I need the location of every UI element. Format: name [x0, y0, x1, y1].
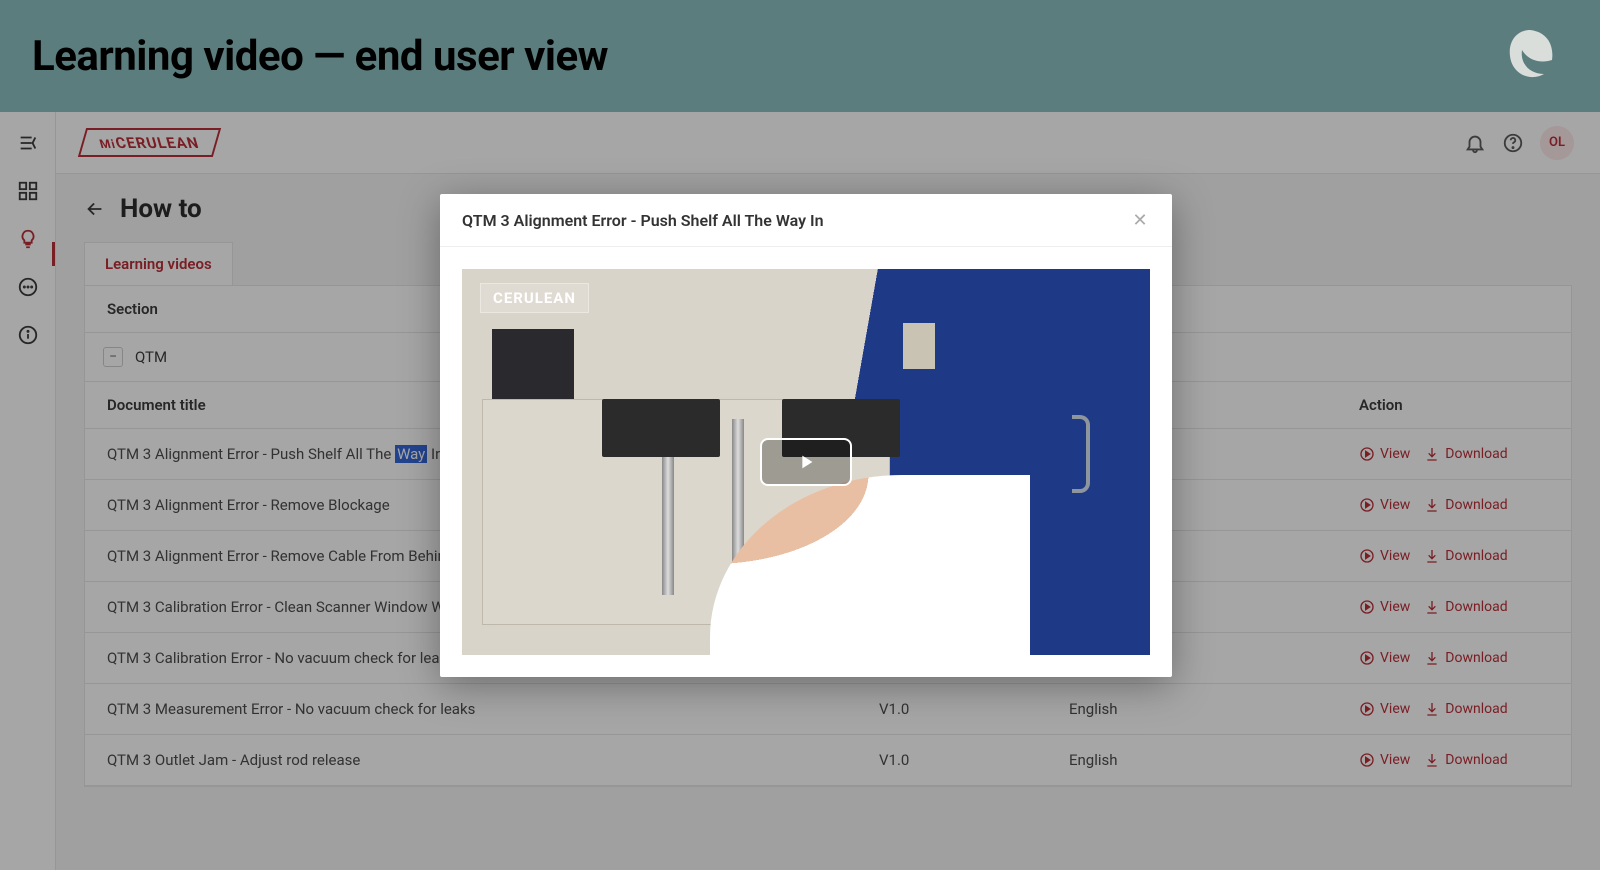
chat-icon[interactable] [17, 276, 39, 298]
download-icon [1424, 548, 1440, 564]
doc-version: V1.0 [879, 751, 1069, 769]
view-button[interactable]: View [1359, 599, 1410, 615]
section-name: QTM [135, 348, 167, 366]
slide-logo-icon [1500, 24, 1560, 84]
download-button[interactable]: Download [1424, 446, 1507, 462]
info-icon[interactable] [17, 324, 39, 346]
video-modal: QTM 3 Alignment Error - Push Shelf All T… [440, 194, 1172, 677]
play-circle-icon [1359, 497, 1375, 513]
play-circle-icon [1359, 650, 1375, 666]
column-action: Action [1359, 396, 1549, 414]
slide-title: Learning video — end user view [32, 32, 608, 81]
doc-language: English [1069, 700, 1269, 718]
download-icon [1424, 446, 1440, 462]
video-player[interactable]: CERULEAN [462, 269, 1150, 655]
row-actions: View Download [1359, 598, 1549, 616]
play-circle-icon [1359, 752, 1375, 768]
download-button[interactable]: Download [1424, 497, 1507, 513]
play-icon [795, 451, 817, 473]
download-icon [1424, 497, 1440, 513]
page-title: How to [120, 194, 202, 224]
download-button[interactable]: Download [1424, 599, 1507, 615]
sidebar-rail [0, 112, 56, 870]
view-button[interactable]: View [1359, 650, 1410, 666]
modal-title: QTM 3 Alignment Error - Push Shelf All T… [462, 211, 824, 230]
back-arrow-icon[interactable] [84, 198, 106, 220]
row-actions: View Download [1359, 751, 1549, 769]
dashboard-icon[interactable] [17, 180, 39, 202]
view-button[interactable]: View [1359, 548, 1410, 564]
play-button[interactable] [760, 438, 852, 486]
slide-banner: Learning video — end user view [0, 0, 1600, 112]
app-frame: MiCERULEAN OL How to Learning videos Sec… [0, 112, 1600, 870]
row-actions: View Download [1359, 649, 1549, 667]
sidebar-active-indicator [52, 242, 55, 266]
close-icon[interactable]: ✕ [1130, 210, 1150, 230]
doc-title: QTM 3 Measurement Error - No vacuum chec… [107, 700, 879, 718]
play-circle-icon [1359, 599, 1375, 615]
download-button[interactable]: Download [1424, 650, 1507, 666]
table-row: QTM 3 Measurement Error - No vacuum chec… [85, 684, 1571, 735]
row-actions: View Download [1359, 496, 1549, 514]
row-actions: View Download [1359, 445, 1549, 463]
lightbulb-icon[interactable] [17, 228, 39, 250]
doc-version: V1.0 [879, 700, 1069, 718]
download-icon [1424, 599, 1440, 615]
avatar[interactable]: OL [1540, 126, 1574, 160]
video-watermark: CERULEAN [480, 283, 589, 313]
download-button[interactable]: Download [1424, 548, 1507, 564]
view-button[interactable]: View [1359, 446, 1410, 462]
table-row: QTM 3 Outlet Jam - Adjust rod releaseV1.… [85, 735, 1571, 786]
download-icon [1424, 650, 1440, 666]
download-icon [1424, 701, 1440, 717]
tab-learning-videos[interactable]: Learning videos [84, 242, 233, 285]
search-highlight: Way [395, 445, 427, 463]
collapse-icon[interactable]: − [103, 347, 123, 367]
play-circle-icon [1359, 701, 1375, 717]
brand-logo[interactable]: MiCERULEAN [78, 128, 221, 157]
doc-language: English [1069, 751, 1269, 769]
download-icon [1424, 752, 1440, 768]
row-actions: View Download [1359, 547, 1549, 565]
play-circle-icon [1359, 548, 1375, 564]
download-button[interactable]: Download [1424, 752, 1507, 768]
download-button[interactable]: Download [1424, 701, 1507, 717]
help-icon[interactable] [1502, 132, 1524, 154]
top-bar: MiCERULEAN OL [56, 112, 1600, 174]
view-button[interactable]: View [1359, 701, 1410, 717]
play-circle-icon [1359, 446, 1375, 462]
doc-title: QTM 3 Outlet Jam - Adjust rod release [107, 751, 879, 769]
row-actions: View Download [1359, 700, 1549, 718]
view-button[interactable]: View [1359, 752, 1410, 768]
menu-collapse-icon[interactable] [17, 132, 39, 154]
view-button[interactable]: View [1359, 497, 1410, 513]
bell-icon[interactable] [1464, 132, 1486, 154]
